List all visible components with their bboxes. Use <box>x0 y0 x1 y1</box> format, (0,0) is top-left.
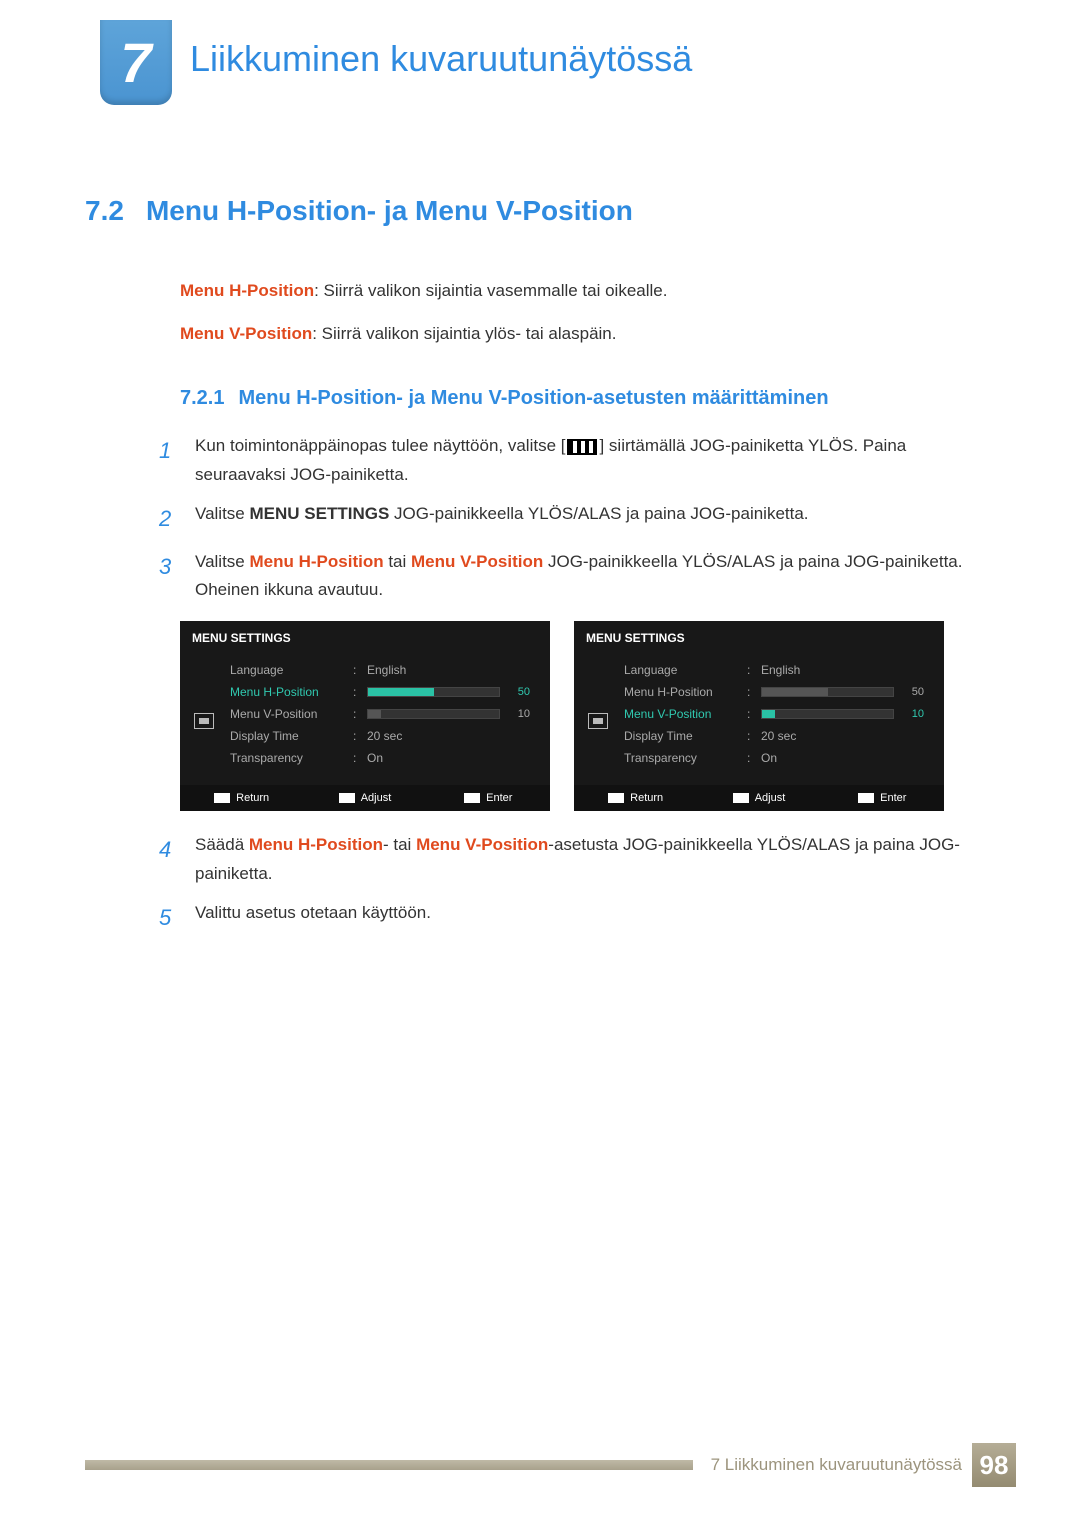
osd-slider <box>367 709 500 719</box>
osd-title: MENU SETTINGS <box>574 621 944 655</box>
text-menu-v: : Siirrä valikon sijaintia ylös- tai ala… <box>312 324 616 343</box>
osd-row-language: Language:English <box>230 659 530 681</box>
osd-footer: Return Adjust Enter <box>180 785 550 811</box>
osd-row-displaytime: Display Time:20 sec <box>230 725 530 747</box>
chapter-number-badge: 7 <box>100 20 172 105</box>
menu-icon <box>567 439 597 455</box>
osd-title: MENU SETTINGS <box>180 621 550 655</box>
osd-row-transparency: Transparency:On <box>230 747 530 769</box>
osd-slider <box>761 687 894 697</box>
step-number: 5 <box>159 899 181 936</box>
osd-panel-h: MENU SETTINGS Language:English Menu H-Po… <box>180 621 550 811</box>
step-text: Valitse Menu H-Position tai Menu V-Posit… <box>195 548 990 606</box>
osd-row-transparency: Transparency:On <box>624 747 924 769</box>
subsection-heading: 7.2.1 Menu H-Position- ja Menu V-Positio… <box>180 387 990 410</box>
label-menu-v: Menu V-Position <box>180 324 312 343</box>
page-footer: 7 Liikkuminen kuvaruutunäytössä 98 <box>85 1443 1016 1487</box>
adjust-icon <box>733 793 749 803</box>
osd-row-hpos: Menu H-Position:50 <box>230 681 530 703</box>
description-v: Menu V-Position: Siirrä valikon sijainti… <box>180 320 990 347</box>
section-number: 7.2 <box>85 195 124 227</box>
osd-row-vpos: Menu V-Position:10 <box>230 703 530 725</box>
osd-row-hpos: Menu H-Position:50 <box>624 681 924 703</box>
enter-icon <box>464 793 480 803</box>
step-number: 1 <box>159 432 181 490</box>
footer-bar <box>85 1460 693 1470</box>
step-number: 2 <box>159 500 181 537</box>
chapter-title: Liikkuminen kuvaruutunäytössä <box>190 38 692 80</box>
step-3: 3 Valitse Menu H-Position tai Menu V-Pos… <box>159 548 990 606</box>
subsection-number: 7.2.1 <box>180 387 224 410</box>
step-number: 4 <box>159 831 181 889</box>
section-heading: 7.2 Menu H-Position- ja Menu V-Position <box>85 195 990 227</box>
osd-slider <box>761 709 894 719</box>
page-number: 98 <box>972 1443 1016 1487</box>
osd-row-vpos: Menu V-Position:10 <box>624 703 924 725</box>
osd-slider <box>367 687 500 697</box>
section-title: Menu H-Position- ja Menu V-Position <box>146 195 633 227</box>
step-text: Säädä Menu H-Position- tai Menu V-Positi… <box>195 831 990 889</box>
enter-icon <box>858 793 874 803</box>
subsection-title: Menu H-Position- ja Menu V-Position-aset… <box>238 387 828 410</box>
osd-return-icon <box>588 713 608 729</box>
return-icon <box>608 793 624 803</box>
step-text: Valittu asetus otetaan käyttöön. <box>195 899 990 936</box>
step-text: Valitse MENU SETTINGS JOG-painikkeella Y… <box>195 500 990 537</box>
adjust-icon <box>339 793 355 803</box>
osd-footer: Return Adjust Enter <box>574 785 944 811</box>
step-text: Kun toimintonäppäinopas tulee näyttöön, … <box>195 432 990 490</box>
osd-row-language: Language:English <box>624 659 924 681</box>
step-5: 5 Valittu asetus otetaan käyttöön. <box>159 899 990 936</box>
step-1: 1 Kun toimintonäppäinopas tulee näyttöön… <box>159 432 990 490</box>
description-h: Menu H-Position: Siirrä valikon sijainti… <box>180 277 990 304</box>
step-number: 3 <box>159 548 181 606</box>
label-menu-h: Menu H-Position <box>180 281 314 300</box>
return-icon <box>214 793 230 803</box>
step-2: 2 Valitse MENU SETTINGS JOG-painikkeella… <box>159 500 990 537</box>
step-4: 4 Säädä Menu H-Position- tai Menu V-Posi… <box>159 831 990 889</box>
osd-return-icon <box>194 713 214 729</box>
osd-row-displaytime: Display Time:20 sec <box>624 725 924 747</box>
osd-panel-v: MENU SETTINGS Language:English Menu H-Po… <box>574 621 944 811</box>
text-menu-h: : Siirrä valikon sijaintia vasemmalle ta… <box>314 281 667 300</box>
footer-chapter-label: 7 Liikkuminen kuvaruutunäytössä <box>711 1455 962 1475</box>
